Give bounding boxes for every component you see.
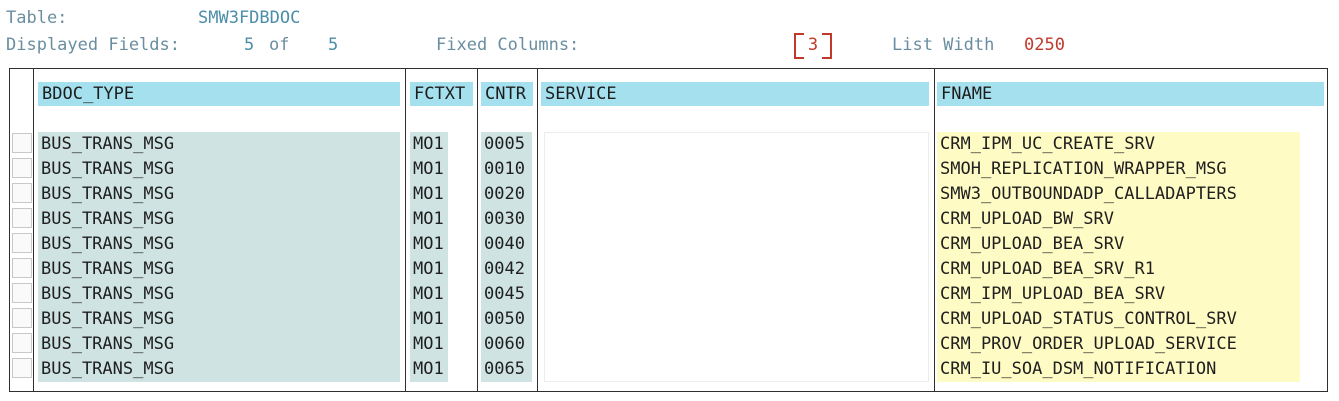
cell-fctxt: MO1 <box>410 257 448 282</box>
cell-cntr: 0042 <box>481 257 532 282</box>
fixed-columns-label: Fixed Columns: <box>436 35 580 55</box>
row-select-checkbox[interactable] <box>12 333 32 353</box>
cell-cntr: 0030 <box>481 207 532 232</box>
cell-cntr: 0040 <box>481 232 532 257</box>
cell-cntr: 0005 <box>481 132 532 157</box>
list-width-value: 0250 <box>1024 35 1065 55</box>
column-header-fctxt[interactable]: FCTXT <box>410 82 473 106</box>
list-width-label: List Width <box>892 35 995 55</box>
cell-bdoc-type: BUS_TRANS_MSG <box>38 257 400 282</box>
displayed-fields-of: of <box>269 35 290 55</box>
fixed-columns-input[interactable]: 3 <box>794 33 832 59</box>
cell-cntr: 0045 <box>481 282 532 307</box>
cell-bdoc-type: BUS_TRANS_MSG <box>38 182 400 207</box>
table-row[interactable]: BUS_TRANS_MSG MO1 0040 CRM_UPLOAD_BEA_SR… <box>0 232 1339 257</box>
cell-bdoc-type: BUS_TRANS_MSG <box>38 357 400 382</box>
cell-bdoc-type: BUS_TRANS_MSG <box>38 282 400 307</box>
fixed-columns-value: 3 <box>807 35 819 55</box>
column-header-bdoc-type[interactable]: BDOC_TYPE <box>38 82 400 106</box>
cell-fname: CRM_UPLOAD_BW_SRV <box>937 207 1300 232</box>
cell-bdoc-type: BUS_TRANS_MSG <box>38 157 400 182</box>
cell-fctxt: MO1 <box>410 357 448 382</box>
cell-fname: CRM_IU_SOA_DSM_NOTIFICATION <box>937 357 1300 382</box>
cell-fname: CRM_UPLOAD_BEA_SRV <box>937 232 1300 257</box>
table-name: SMW3FDBDOC <box>198 8 301 28</box>
cell-fname: CRM_PROV_ORDER_UPLOAD_SERVICE <box>937 332 1300 357</box>
table-row[interactable]: BUS_TRANS_MSG MO1 0060 CRM_PROV_ORDER_UP… <box>0 332 1339 357</box>
cell-fname: CRM_UPLOAD_STATUS_CONTROL_SRV <box>937 307 1300 332</box>
cell-cntr: 0010 <box>481 157 532 182</box>
cell-fctxt: MO1 <box>410 332 448 357</box>
row-select-checkbox[interactable] <box>12 258 32 278</box>
cell-bdoc-type: BUS_TRANS_MSG <box>38 207 400 232</box>
cell-bdoc-type: BUS_TRANS_MSG <box>38 132 400 157</box>
cell-bdoc-type: BUS_TRANS_MSG <box>38 307 400 332</box>
row-select-checkbox[interactable] <box>12 133 32 153</box>
row-select-checkbox[interactable] <box>12 233 32 253</box>
table-row[interactable]: BUS_TRANS_MSG MO1 0045 CRM_IPM_UPLOAD_BE… <box>0 282 1339 307</box>
cell-fctxt: MO1 <box>410 157 448 182</box>
cell-cntr: 0050 <box>481 307 532 332</box>
column-header-cntr[interactable]: CNTR <box>481 82 533 106</box>
displayed-fields-total: 5 <box>328 35 339 55</box>
column-header-service[interactable]: SERVICE <box>541 82 929 106</box>
cell-bdoc-type: BUS_TRANS_MSG <box>38 332 400 357</box>
table-label: Table: <box>6 8 68 28</box>
row-select-checkbox[interactable] <box>12 308 32 328</box>
row-select-checkbox[interactable] <box>12 358 32 378</box>
table-row[interactable]: BUS_TRANS_MSG MO1 0042 CRM_UPLOAD_BEA_SR… <box>0 257 1339 282</box>
cell-fctxt: MO1 <box>410 232 448 257</box>
table-row[interactable]: BUS_TRANS_MSG MO1 0020 SMW3_OUTBOUNDADP_… <box>0 182 1339 207</box>
cell-cntr: 0020 <box>481 182 532 207</box>
table-row[interactable]: BUS_TRANS_MSG MO1 0030 CRM_UPLOAD_BW_SRV <box>0 207 1339 232</box>
displayed-fields-label: Displayed Fields: <box>6 35 180 55</box>
cell-fctxt: MO1 <box>410 307 448 332</box>
cell-fctxt: MO1 <box>410 282 448 307</box>
column-header-fname[interactable]: FNAME <box>937 82 1324 106</box>
table-row[interactable]: BUS_TRANS_MSG MO1 0010 SMOH_REPLICATION_… <box>0 157 1339 182</box>
row-select-checkbox[interactable] <box>12 283 32 303</box>
table-row[interactable]: BUS_TRANS_MSG MO1 0005 CRM_IPM_UC_CREATE… <box>0 132 1339 157</box>
cell-cntr: 0065 <box>481 357 532 382</box>
row-select-checkbox[interactable] <box>12 183 32 203</box>
cell-fname: SMOH_REPLICATION_WRAPPER_MSG <box>937 157 1300 182</box>
table-row[interactable]: BUS_TRANS_MSG MO1 0065 CRM_IU_SOA_DSM_NO… <box>0 357 1339 382</box>
cell-bdoc-type: BUS_TRANS_MSG <box>38 232 400 257</box>
cell-fname: CRM_UPLOAD_BEA_SRV_R1 <box>937 257 1300 282</box>
row-select-checkbox[interactable] <box>12 158 32 178</box>
cell-fctxt: MO1 <box>410 132 448 157</box>
cell-fname: CRM_IPM_UPLOAD_BEA_SRV <box>937 282 1300 307</box>
cell-fctxt: MO1 <box>410 207 448 232</box>
cell-cntr: 0060 <box>481 332 532 357</box>
cell-fctxt: MO1 <box>410 182 448 207</box>
cell-fname: SMW3_OUTBOUNDADP_CALLADAPTERS <box>937 182 1300 207</box>
cell-fname: CRM_IPM_UC_CREATE_SRV <box>937 132 1300 157</box>
table-row[interactable]: BUS_TRANS_MSG MO1 0050 CRM_UPLOAD_STATUS… <box>0 307 1339 332</box>
row-select-checkbox[interactable] <box>12 208 32 228</box>
displayed-fields-count: 5 <box>244 35 255 55</box>
